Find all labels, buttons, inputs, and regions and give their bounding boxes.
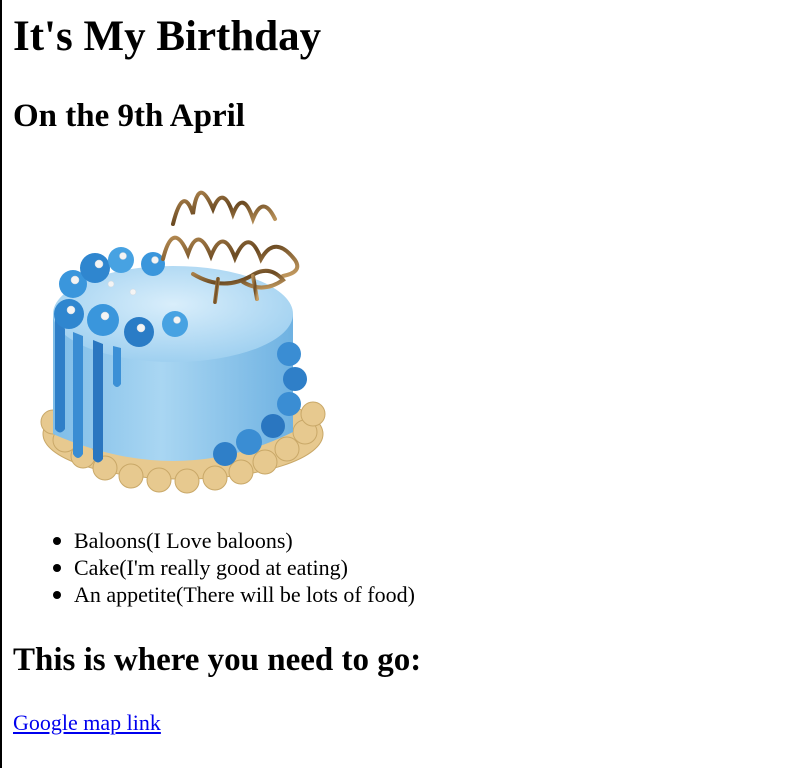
google-map-link[interactable]: Google map link	[13, 709, 161, 736]
list-item-label: Baloons(I Love baloons)	[74, 528, 293, 553]
birthday-cake-image	[13, 164, 351, 502]
directions-heading: This is where you need to go:	[13, 642, 422, 678]
bullet-icon	[53, 564, 61, 572]
bullet-icon	[53, 591, 61, 599]
list-item-label: Cake(I'm really good at eating)	[74, 555, 348, 580]
list-item-label: An appetite(There will be lots of food)	[74, 582, 415, 607]
page: It's My Birthday On the 9th April Baloon…	[0, 0, 797, 768]
list-item: Cake(I'm really good at eating)	[13, 554, 415, 581]
list-item: An appetite(There will be lots of food)	[13, 581, 415, 608]
date-subheading: On the 9th April	[13, 98, 245, 134]
list-item: Baloons(I Love baloons)	[13, 527, 415, 554]
items-list: Baloons(I Love baloons) Cake(I'm really …	[13, 527, 415, 608]
bullet-icon	[53, 537, 61, 545]
page-title: It's My Birthday	[13, 13, 322, 60]
